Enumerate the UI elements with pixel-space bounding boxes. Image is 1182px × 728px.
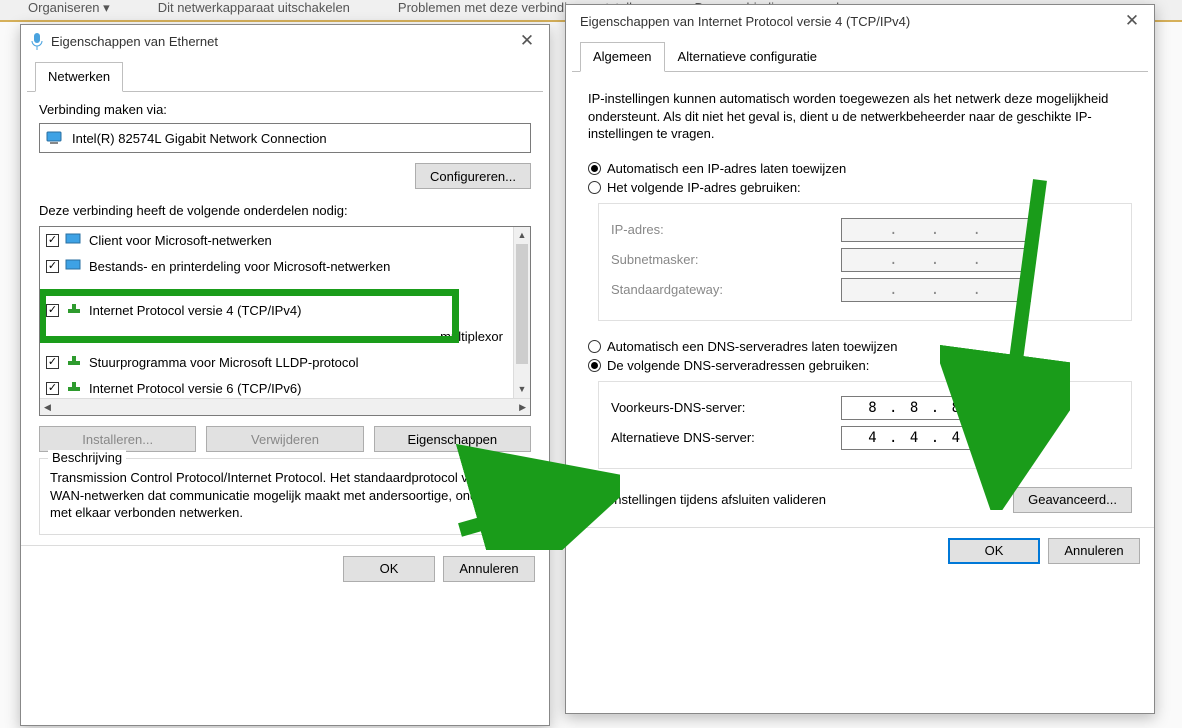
dialog-title: Eigenschappen van Ethernet	[51, 34, 513, 49]
dns-manual-radio-row[interactable]: De volgende DNS-serveradressen gebruiken…	[588, 358, 1132, 373]
connect-via-label: Verbinding maken via:	[39, 102, 531, 117]
dns-alt-label: Alternatieve DNS-server:	[611, 430, 841, 445]
titlebar[interactable]: Eigenschappen van Internet Protocol vers…	[566, 5, 1154, 37]
mic-icon	[29, 31, 45, 51]
scroll-right-icon[interactable]: ▶	[515, 402, 530, 413]
tab-networking[interactable]: Netwerken	[35, 62, 123, 92]
protocol-icon	[65, 355, 83, 369]
gateway-label: Standaardgateway:	[611, 282, 841, 297]
protocol-icon	[65, 381, 83, 395]
validate-checkbox-row[interactable]: Instellingen tijdens afsluiten valideren	[588, 492, 826, 507]
titlebar[interactable]: Eigenschappen van Ethernet ✕	[21, 25, 549, 57]
ip-manual-radio-row[interactable]: Het volgende IP-adres gebruiken:	[588, 180, 1132, 195]
dns-auto-radio-row[interactable]: Automatisch een DNS-serveradres laten to…	[588, 339, 1132, 354]
list-item[interactable]: ✓ Stuurprogramma voor Microsoft LLDP-pro…	[40, 349, 513, 375]
ip-address-input	[841, 218, 1031, 242]
list-item[interactable]: ✓ Client voor Microsoft-netwerken	[40, 227, 513, 253]
description-text: Transmission Control Protocol/Internet P…	[50, 469, 520, 522]
ip-fields-group: IP-adres: Subnetmasker: Standaardgateway…	[598, 203, 1132, 321]
dialog-footer: OK Annuleren	[566, 527, 1154, 574]
subnet-label: Subnetmasker:	[611, 252, 841, 267]
ip-auto-radio-row[interactable]: Automatisch een IP-adres laten toewijzen	[588, 161, 1132, 176]
protocol-icon	[65, 303, 83, 317]
vertical-scrollbar[interactable]: ▲ ▼	[513, 227, 530, 398]
dns-alt-input[interactable]	[841, 426, 1031, 450]
description-group: Beschrijving Transmission Control Protoc…	[39, 458, 531, 535]
list-item[interactable]: ✓ Bestands- en printerdeling voor Micros…	[40, 253, 513, 279]
scroll-left-icon[interactable]: ◀	[40, 402, 55, 413]
checkbox[interactable]: ✓	[46, 304, 59, 317]
dns-fields-group: Voorkeurs-DNS-server: Alternatieve DNS-s…	[598, 381, 1132, 469]
scroll-thumb[interactable]	[516, 244, 528, 364]
components-list: ✓ Client voor Microsoft-netwerken ✓ Best…	[39, 226, 531, 416]
dns-pref-input[interactable]	[841, 396, 1031, 420]
ok-button[interactable]: OK	[343, 556, 435, 582]
advanced-button[interactable]: Geavanceerd...	[1013, 487, 1132, 513]
ethernet-properties-dialog: Eigenschappen van Ethernet ✕ Netwerken V…	[20, 24, 550, 726]
monitor-icon	[46, 131, 64, 145]
radio-icon[interactable]	[588, 162, 601, 175]
scroll-up-icon[interactable]: ▲	[514, 227, 530, 244]
tabstrip: Algemeen Alternatieve configuratie	[572, 41, 1148, 72]
gateway-input	[841, 278, 1031, 302]
properties-button[interactable]: Eigenschappen	[374, 426, 531, 452]
uninstall-button[interactable]: Verwijderen	[206, 426, 363, 452]
list-item[interactable]: multiplexor	[40, 323, 513, 349]
toolbar-item[interactable]: Dit netwerkapparaat uitschakelen	[158, 0, 350, 20]
subnet-input	[841, 248, 1031, 272]
checkbox[interactable]: ✓	[46, 234, 59, 247]
radio-icon[interactable]	[588, 340, 601, 353]
ok-button[interactable]: OK	[948, 538, 1040, 564]
adapter-name: Intel(R) 82574L Gigabit Network Connecti…	[72, 131, 327, 146]
dns-pref-label: Voorkeurs-DNS-server:	[611, 400, 841, 415]
dialog-title: Eigenschappen van Internet Protocol vers…	[574, 14, 1118, 29]
radio-icon[interactable]	[588, 359, 601, 372]
ipv4-properties-dialog: Eigenschappen van Internet Protocol vers…	[565, 4, 1155, 714]
tab-alt-config[interactable]: Alternatieve configuratie	[665, 42, 830, 72]
components-label: Deze verbinding heeft de volgende onderd…	[39, 203, 531, 218]
checkbox[interactable]: ✓	[46, 260, 59, 273]
dialog-body: Verbinding maken via: Intel(R) 82574L Gi…	[21, 92, 549, 545]
close-icon[interactable]: ✕	[513, 31, 541, 51]
dialog-footer: OK Annuleren	[21, 545, 549, 592]
cancel-button[interactable]: Annuleren	[1048, 538, 1140, 564]
tabstrip: Netwerken	[27, 61, 543, 92]
horizontal-scrollbar[interactable]: ◀ ▶	[40, 398, 530, 415]
list-item-ipv4[interactable]: ✓ Internet Protocol versie 4 (TCP/IPv4)	[40, 297, 513, 323]
configure-button[interactable]: Configureren...	[415, 163, 531, 189]
checkbox[interactable]	[588, 493, 601, 506]
tab-general[interactable]: Algemeen	[580, 42, 665, 72]
list-item[interactable]: ✓ Internet Protocol versie 6 (TCP/IPv6)	[40, 375, 513, 398]
adapter-box[interactable]: Intel(R) 82574L Gigabit Network Connecti…	[39, 123, 531, 153]
cancel-button[interactable]: Annuleren	[443, 556, 535, 582]
share-icon	[65, 259, 83, 273]
description-legend: Beschrijving	[48, 450, 126, 465]
install-button[interactable]: Installeren...	[39, 426, 196, 452]
dialog-body: IP-instellingen kunnen automatisch worde…	[566, 72, 1154, 527]
checkbox[interactable]: ✓	[46, 382, 59, 395]
toolbar-item[interactable]: Organiseren ▾	[28, 0, 110, 20]
scroll-down-icon[interactable]: ▼	[514, 381, 530, 398]
ip-description: IP-instellingen kunnen automatisch worde…	[588, 90, 1132, 143]
radio-icon[interactable]	[588, 181, 601, 194]
client-icon	[65, 233, 83, 247]
list-item[interactable]	[40, 279, 513, 297]
close-icon[interactable]: ✕	[1118, 11, 1146, 31]
ip-address-label: IP-adres:	[611, 222, 841, 237]
checkbox[interactable]: ✓	[46, 356, 59, 369]
